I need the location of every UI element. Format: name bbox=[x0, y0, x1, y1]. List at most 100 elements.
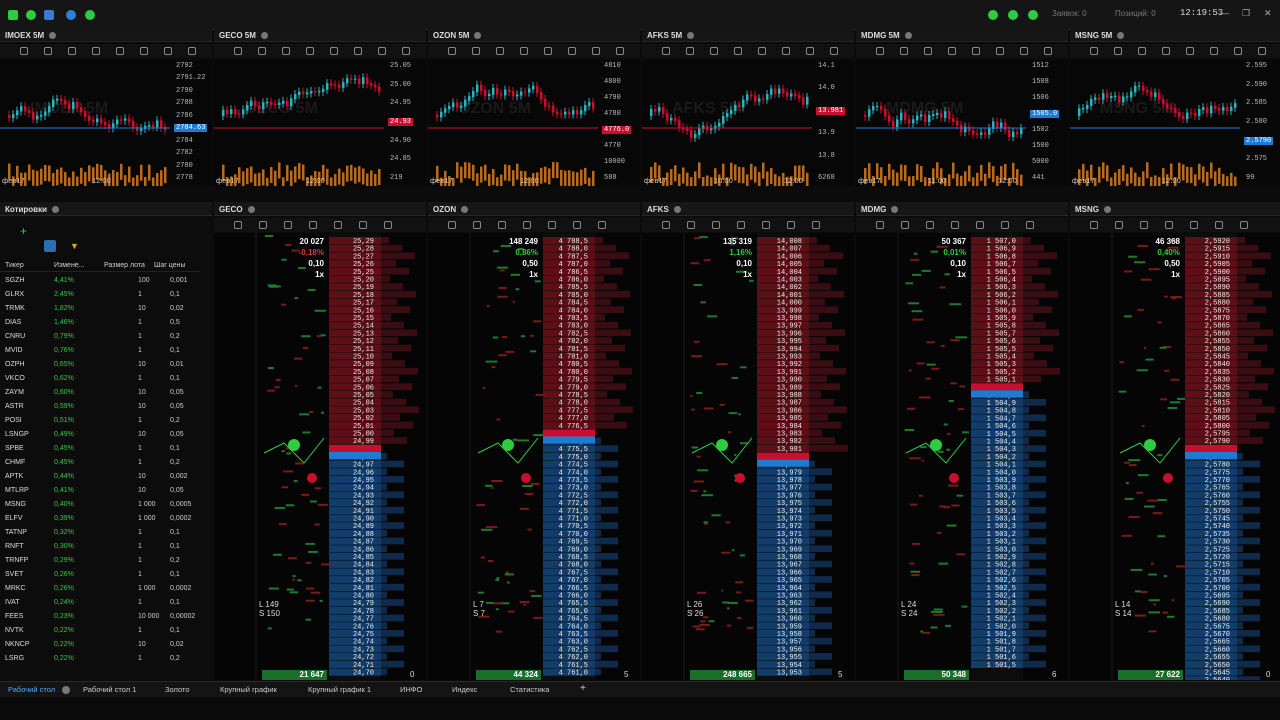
tool-icon[interactable] bbox=[1165, 221, 1173, 229]
star-icon[interactable] bbox=[44, 240, 56, 252]
tool-icon[interactable] bbox=[948, 47, 956, 55]
tool-icon[interactable] bbox=[592, 47, 600, 55]
tool-icon[interactable] bbox=[309, 221, 317, 229]
chart-ticker[interactable]: MSNG 5M bbox=[1075, 31, 1112, 40]
tool-icon[interactable] bbox=[330, 47, 338, 55]
list-item[interactable]: DIAS 1,46% 1 0,5 bbox=[0, 316, 200, 330]
tool-icon[interactable] bbox=[1138, 47, 1146, 55]
list-item[interactable]: MVID 0,76% 1 0,1 bbox=[0, 344, 200, 358]
price-chart[interactable]: GECO 5M 25.05 25.00 24.95 24.93 24.90 24.85 219 bbox=[214, 60, 426, 186]
tool-icon[interactable] bbox=[44, 47, 52, 55]
order-book[interactable]: 14,008 14,007 14,006 14,005 14,004 14,003 14,0… bbox=[642, 233, 854, 680]
grid-icon[interactable] bbox=[44, 10, 54, 20]
tool-icon[interactable] bbox=[901, 221, 909, 229]
tool-icon[interactable] bbox=[164, 47, 172, 55]
tab-large-chart[interactable]: Крупный график bbox=[220, 685, 277, 694]
close-icon[interactable] bbox=[247, 206, 255, 213]
tool-icon[interactable] bbox=[259, 221, 267, 229]
close-icon[interactable] bbox=[474, 32, 482, 39]
tool-icon[interactable] bbox=[1162, 47, 1170, 55]
tool-icon[interactable] bbox=[140, 47, 148, 55]
tool-icon[interactable] bbox=[758, 47, 766, 55]
tool-icon[interactable] bbox=[876, 47, 884, 55]
tool-icon[interactable] bbox=[687, 221, 695, 229]
tool-icon[interactable] bbox=[258, 47, 266, 55]
list-item[interactable]: TRNFP 0,29% 1 0,2 bbox=[0, 554, 200, 568]
maximize-icon[interactable]: ❐ bbox=[1242, 8, 1250, 19]
list-item[interactable]: POSI 0,51% 1 0,2 bbox=[0, 414, 200, 428]
gear-icon[interactable] bbox=[66, 10, 76, 20]
column-header[interactable]: Шаг цены bbox=[154, 262, 186, 269]
tool-icon[interactable] bbox=[616, 47, 624, 55]
close-icon[interactable] bbox=[62, 686, 70, 694]
tool-icon[interactable] bbox=[448, 47, 456, 55]
tool-icon[interactable] bbox=[734, 47, 742, 55]
tool-icon[interactable] bbox=[1114, 47, 1122, 55]
tool-icon[interactable] bbox=[996, 47, 1004, 55]
tool-icon[interactable] bbox=[234, 47, 242, 55]
list-item[interactable]: TRMK 1,82% 10 0,02 bbox=[0, 302, 200, 316]
orderbook-ticker[interactable]: OZON bbox=[433, 205, 456, 214]
orderbook-ticker[interactable]: MSNG bbox=[1075, 205, 1099, 214]
close-icon[interactable] bbox=[1117, 32, 1125, 39]
order-book[interactable]: 2,5920 2,5915 2,5910 2,5905 2,5900 2,5895 2,58… bbox=[1070, 233, 1280, 680]
tool-icon[interactable] bbox=[284, 221, 292, 229]
help-icon[interactable] bbox=[85, 10, 95, 20]
list-item[interactable]: SPBE 0,45% 1 0,1 bbox=[0, 442, 200, 456]
tool-icon[interactable] bbox=[812, 221, 820, 229]
tool-icon[interactable] bbox=[876, 221, 884, 229]
tool-icon[interactable] bbox=[498, 221, 506, 229]
orderbook-ticker[interactable]: MDMG bbox=[861, 205, 886, 214]
chart-ticker[interactable]: IMOEX 5M bbox=[5, 31, 44, 40]
add-tab-icon[interactable]: + bbox=[580, 683, 586, 694]
close-icon[interactable] bbox=[687, 32, 695, 39]
tool-icon[interactable] bbox=[1090, 47, 1098, 55]
tool-icon[interactable] bbox=[402, 47, 410, 55]
add-icon[interactable] bbox=[26, 10, 36, 20]
list-item[interactable]: MSNG 0,40% 1 000 0,0005 bbox=[0, 498, 200, 512]
tool-icon[interactable] bbox=[1044, 47, 1052, 55]
list-item[interactable]: ZAYM 0,60% 10 0,05 bbox=[0, 386, 200, 400]
tool-icon[interactable] bbox=[686, 47, 694, 55]
logo-icon[interactable] bbox=[8, 10, 18, 20]
close-icon[interactable] bbox=[891, 206, 899, 213]
tool-icon[interactable] bbox=[68, 47, 76, 55]
price-chart[interactable]: MDMG 5M 1512 1508 1506 1505.0 1502 1500 5000 441 bbox=[856, 60, 1068, 186]
close-icon[interactable] bbox=[673, 206, 681, 213]
tool-icon[interactable] bbox=[354, 47, 362, 55]
tool-icon[interactable] bbox=[662, 221, 670, 229]
tool-icon[interactable] bbox=[662, 47, 670, 55]
add-icon[interactable]: + bbox=[20, 224, 30, 238]
tool-icon[interactable] bbox=[1234, 47, 1242, 55]
tool-icon[interactable] bbox=[568, 47, 576, 55]
tool-icon[interactable] bbox=[496, 47, 504, 55]
orderbook-ticker[interactable]: AFKS bbox=[647, 205, 669, 214]
tool-icon[interactable] bbox=[782, 47, 790, 55]
tool-icon[interactable] bbox=[1020, 47, 1028, 55]
filter-icon[interactable]: ▼ bbox=[70, 241, 79, 251]
tool-icon[interactable] bbox=[1210, 47, 1218, 55]
tool-icon[interactable] bbox=[1115, 221, 1123, 229]
list-item[interactable]: APTK 0,44% 10 0,002 bbox=[0, 470, 200, 484]
tab-gold[interactable]: Золото bbox=[165, 685, 190, 694]
tool-icon[interactable] bbox=[976, 221, 984, 229]
tool-icon[interactable] bbox=[548, 221, 556, 229]
tool-icon[interactable] bbox=[926, 221, 934, 229]
chart-ticker[interactable]: AFKS 5M bbox=[647, 31, 682, 40]
list-item[interactable]: VKCO 0,62% 1 0,1 bbox=[0, 372, 200, 386]
tool-icon[interactable] bbox=[282, 47, 290, 55]
column-header[interactable]: Измене... bbox=[54, 262, 85, 269]
close-icon[interactable] bbox=[904, 32, 912, 39]
tool-icon[interactable] bbox=[951, 221, 959, 229]
tool-icon[interactable] bbox=[1190, 221, 1198, 229]
list-item[interactable]: CHMF 0,45% 1 0,2 bbox=[0, 456, 200, 470]
tool-icon[interactable] bbox=[20, 47, 28, 55]
list-item[interactable]: NKNCP 0,22% 10 0,02 bbox=[0, 638, 200, 652]
tool-icon[interactable] bbox=[1215, 221, 1223, 229]
tool-icon[interactable] bbox=[573, 221, 581, 229]
chart-ticker[interactable]: GECO 5M bbox=[219, 31, 256, 40]
tool-icon[interactable] bbox=[1258, 47, 1266, 55]
tool-icon[interactable] bbox=[924, 47, 932, 55]
tool-icon[interactable] bbox=[762, 221, 770, 229]
close-icon[interactable]: ✕ bbox=[1264, 8, 1272, 19]
